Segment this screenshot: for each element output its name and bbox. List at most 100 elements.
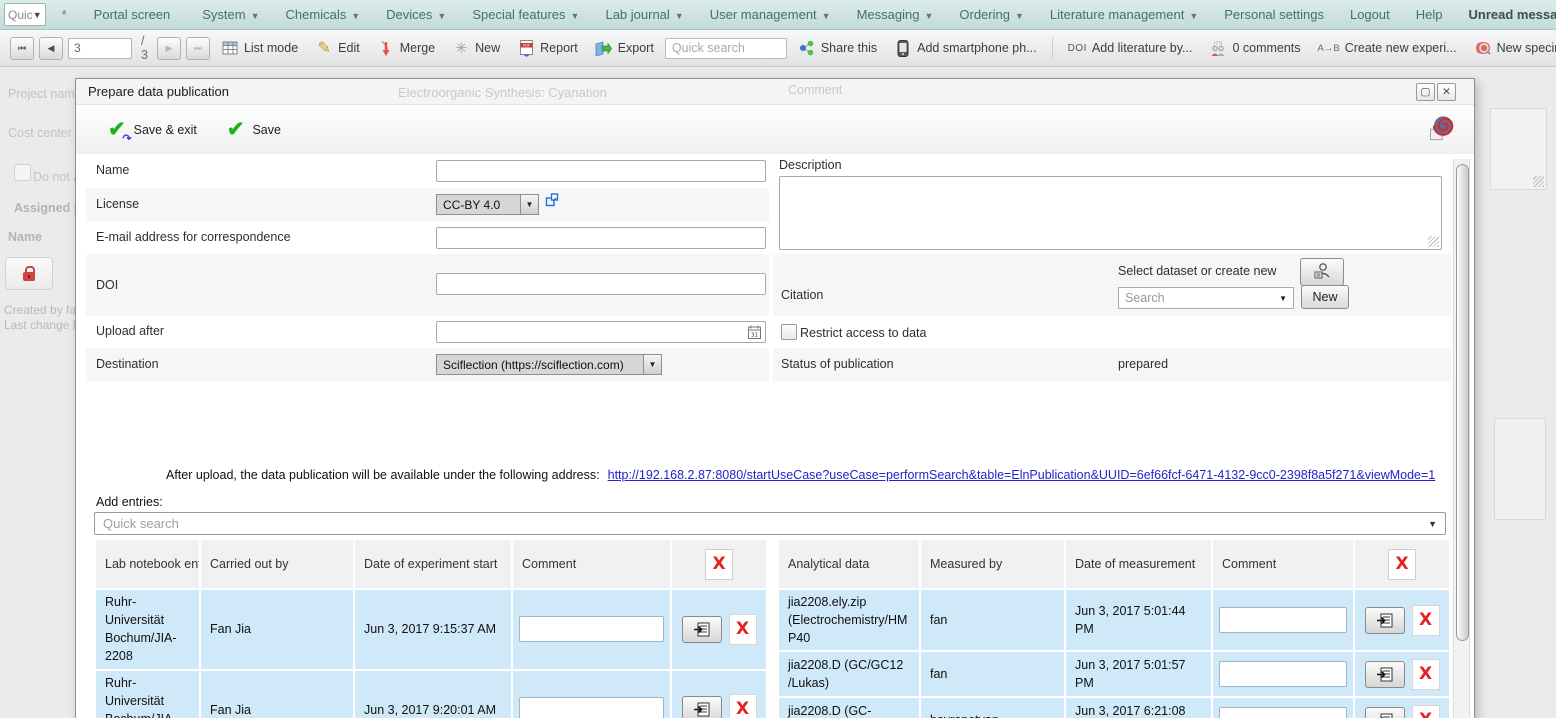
col-header: Comment [513, 540, 670, 588]
goto-record-button[interactable] [682, 696, 722, 718]
previous-page-button[interactable]: ◀ [39, 37, 63, 60]
person-list-icon [1312, 262, 1332, 283]
delete-row-button[interactable]: X [1412, 605, 1440, 636]
menu-devices[interactable]: Devices▼ [373, 0, 459, 30]
goto-record-button[interactable] [1365, 607, 1405, 634]
toolbar-quick-search-input[interactable] [665, 38, 787, 59]
publication-spiral-icon [1426, 114, 1456, 147]
export-button[interactable]: Export [589, 37, 660, 59]
upload-after-input[interactable] [436, 321, 766, 343]
delete-row-button[interactable]: X [729, 694, 757, 718]
next-page-button[interactable]: ▶ [157, 37, 181, 60]
menu-logout[interactable]: Logout [1337, 0, 1403, 30]
scrollbar-thumb[interactable] [1456, 164, 1469, 641]
delete-all-icon[interactable]: X [705, 549, 733, 580]
add-entries-combo[interactable]: Quick search ▼ [94, 512, 1446, 535]
status-value: prepared [1118, 357, 1168, 371]
row-comment-input[interactable] [519, 697, 664, 718]
citation-search-select[interactable]: Search ▼ [1118, 287, 1294, 309]
description-label: Description [779, 158, 842, 172]
bg-do-not-label: Do not a [33, 170, 80, 184]
last-page-button[interactable]: ⏭ [186, 37, 210, 60]
new-specimen-button[interactable]: New specimen [1468, 37, 1556, 59]
citation-new-button[interactable]: New [1301, 285, 1349, 309]
external-link-icon[interactable] [545, 193, 559, 212]
select-dataset-button[interactable] [1300, 258, 1344, 286]
menu-user-management[interactable]: User management▼ [697, 0, 844, 30]
share-icon [798, 39, 816, 57]
bg-created-by-label: Created by far [4, 303, 80, 317]
share-this-button[interactable]: Share this [792, 37, 883, 59]
add-smartphone-button[interactable]: Add smartphone ph... [888, 37, 1043, 59]
menu-lab-journal[interactable]: Lab journal▼ [592, 0, 696, 30]
license-row: License CC-BY 4.0 ▼ [86, 188, 769, 222]
lock-icon [23, 272, 35, 281]
menu-special-features[interactable]: Special features▼ [459, 0, 592, 30]
page-number-input[interactable] [68, 38, 132, 59]
row-comment-input[interactable] [1219, 607, 1347, 633]
col-header: Lab notebook entry [96, 540, 199, 588]
email-input[interactable] [436, 227, 766, 249]
resize-grip-icon [1533, 176, 1544, 187]
dialog-scrollbar[interactable] [1453, 159, 1470, 718]
maximize-button[interactable]: ▢ [1416, 83, 1435, 101]
menu-chemicals[interactable]: Chemicals▼ [273, 0, 374, 30]
license-label: License [96, 197, 139, 211]
sparkle-icon: ✳ [452, 39, 470, 57]
menu-personal-settings[interactable]: Personal settings [1211, 0, 1337, 30]
row-comment-input[interactable] [519, 616, 664, 642]
add-literature-by-doi-button[interactable]: DOI Add literature by... [1062, 39, 1199, 57]
name-input[interactable] [436, 160, 766, 182]
add-entries-label: Add entries: [96, 495, 163, 509]
doi-row: DOI [86, 254, 769, 316]
dialog-titlebar[interactable]: Prepare data publication Electroorganic … [76, 79, 1474, 105]
edit-button[interactable]: ✎ Edit [309, 37, 366, 59]
chevron-down-icon: ▼ [251, 11, 260, 21]
menu-ordering[interactable]: Ordering▼ [946, 0, 1037, 30]
check-icon: ✔↷ [108, 119, 126, 140]
status-row: Status of publication prepared [773, 348, 1451, 382]
merge-button[interactable]: Merge [371, 37, 441, 59]
save-and-exit-button[interactable]: ✔↷ Save & exit [108, 119, 197, 140]
table-row: jia2208.D (GC/GC12 /Lukas) fan Jun 3, 20… [779, 652, 1449, 696]
save-button[interactable]: ✔ Save [227, 119, 281, 140]
menu-literature-management[interactable]: Literature management▼ [1037, 0, 1211, 30]
delete-all-icon[interactable]: X [1388, 549, 1416, 580]
report-button[interactable]: PDF Report [511, 37, 584, 59]
row-comment-input[interactable] [1219, 707, 1347, 718]
description-textarea[interactable] [779, 176, 1442, 250]
table-row: Ruhr-Universität Bochum/JIA-2209 Fan Jia… [96, 671, 766, 718]
destination-select[interactable]: Sciflection (https://sciflection.com) ▼ [436, 354, 662, 375]
delete-row-button[interactable]: X [729, 614, 757, 645]
goto-record-button[interactable] [1365, 707, 1405, 718]
create-new-experiment-button[interactable]: A→B Create new experi... [1312, 39, 1463, 57]
publication-url-link[interactable]: http://192.168.2.87:8080/startUseCase?us… [608, 468, 1436, 482]
menu-unread-messages[interactable]: Unread messages [1455, 0, 1556, 30]
restrict-access-checkbox[interactable] [781, 324, 797, 340]
favorites-star[interactable]: * [62, 7, 67, 22]
svg-text:31: 31 [751, 333, 758, 339]
row-comment-input[interactable] [1219, 661, 1347, 687]
doi-label: DOI [96, 278, 118, 292]
menu-system[interactable]: System▼ [189, 0, 272, 30]
bg-name-label: Name [8, 230, 42, 244]
list-mode-button[interactable]: List mode [215, 37, 304, 59]
menu-portal-screen[interactable]: Portal screen [81, 0, 184, 30]
comments-button[interactable]: (?!) 0 comments [1203, 37, 1306, 59]
doi-input[interactable] [436, 273, 766, 295]
resize-grip-icon[interactable] [1428, 236, 1439, 247]
calendar-icon[interactable]: 31 [748, 325, 761, 344]
new-button[interactable]: ✳ New [446, 37, 506, 59]
first-page-button[interactable]: ⏮ [10, 37, 34, 60]
license-select[interactable]: CC-BY 4.0 ▼ [436, 194, 539, 215]
goto-record-button[interactable] [1365, 661, 1405, 688]
restrict-access-row: Restrict access to data [773, 316, 1451, 348]
menu-help[interactable]: Help [1403, 0, 1456, 30]
export-icon [595, 39, 613, 57]
delete-row-button[interactable]: X [1412, 659, 1440, 690]
close-button[interactable]: ✕ [1437, 83, 1456, 101]
quick-access-select[interactable]: Quic ▼ [4, 3, 46, 26]
menu-messaging[interactable]: Messaging▼ [844, 0, 947, 30]
goto-record-button[interactable] [682, 616, 722, 643]
delete-row-button[interactable]: X [1412, 705, 1440, 718]
